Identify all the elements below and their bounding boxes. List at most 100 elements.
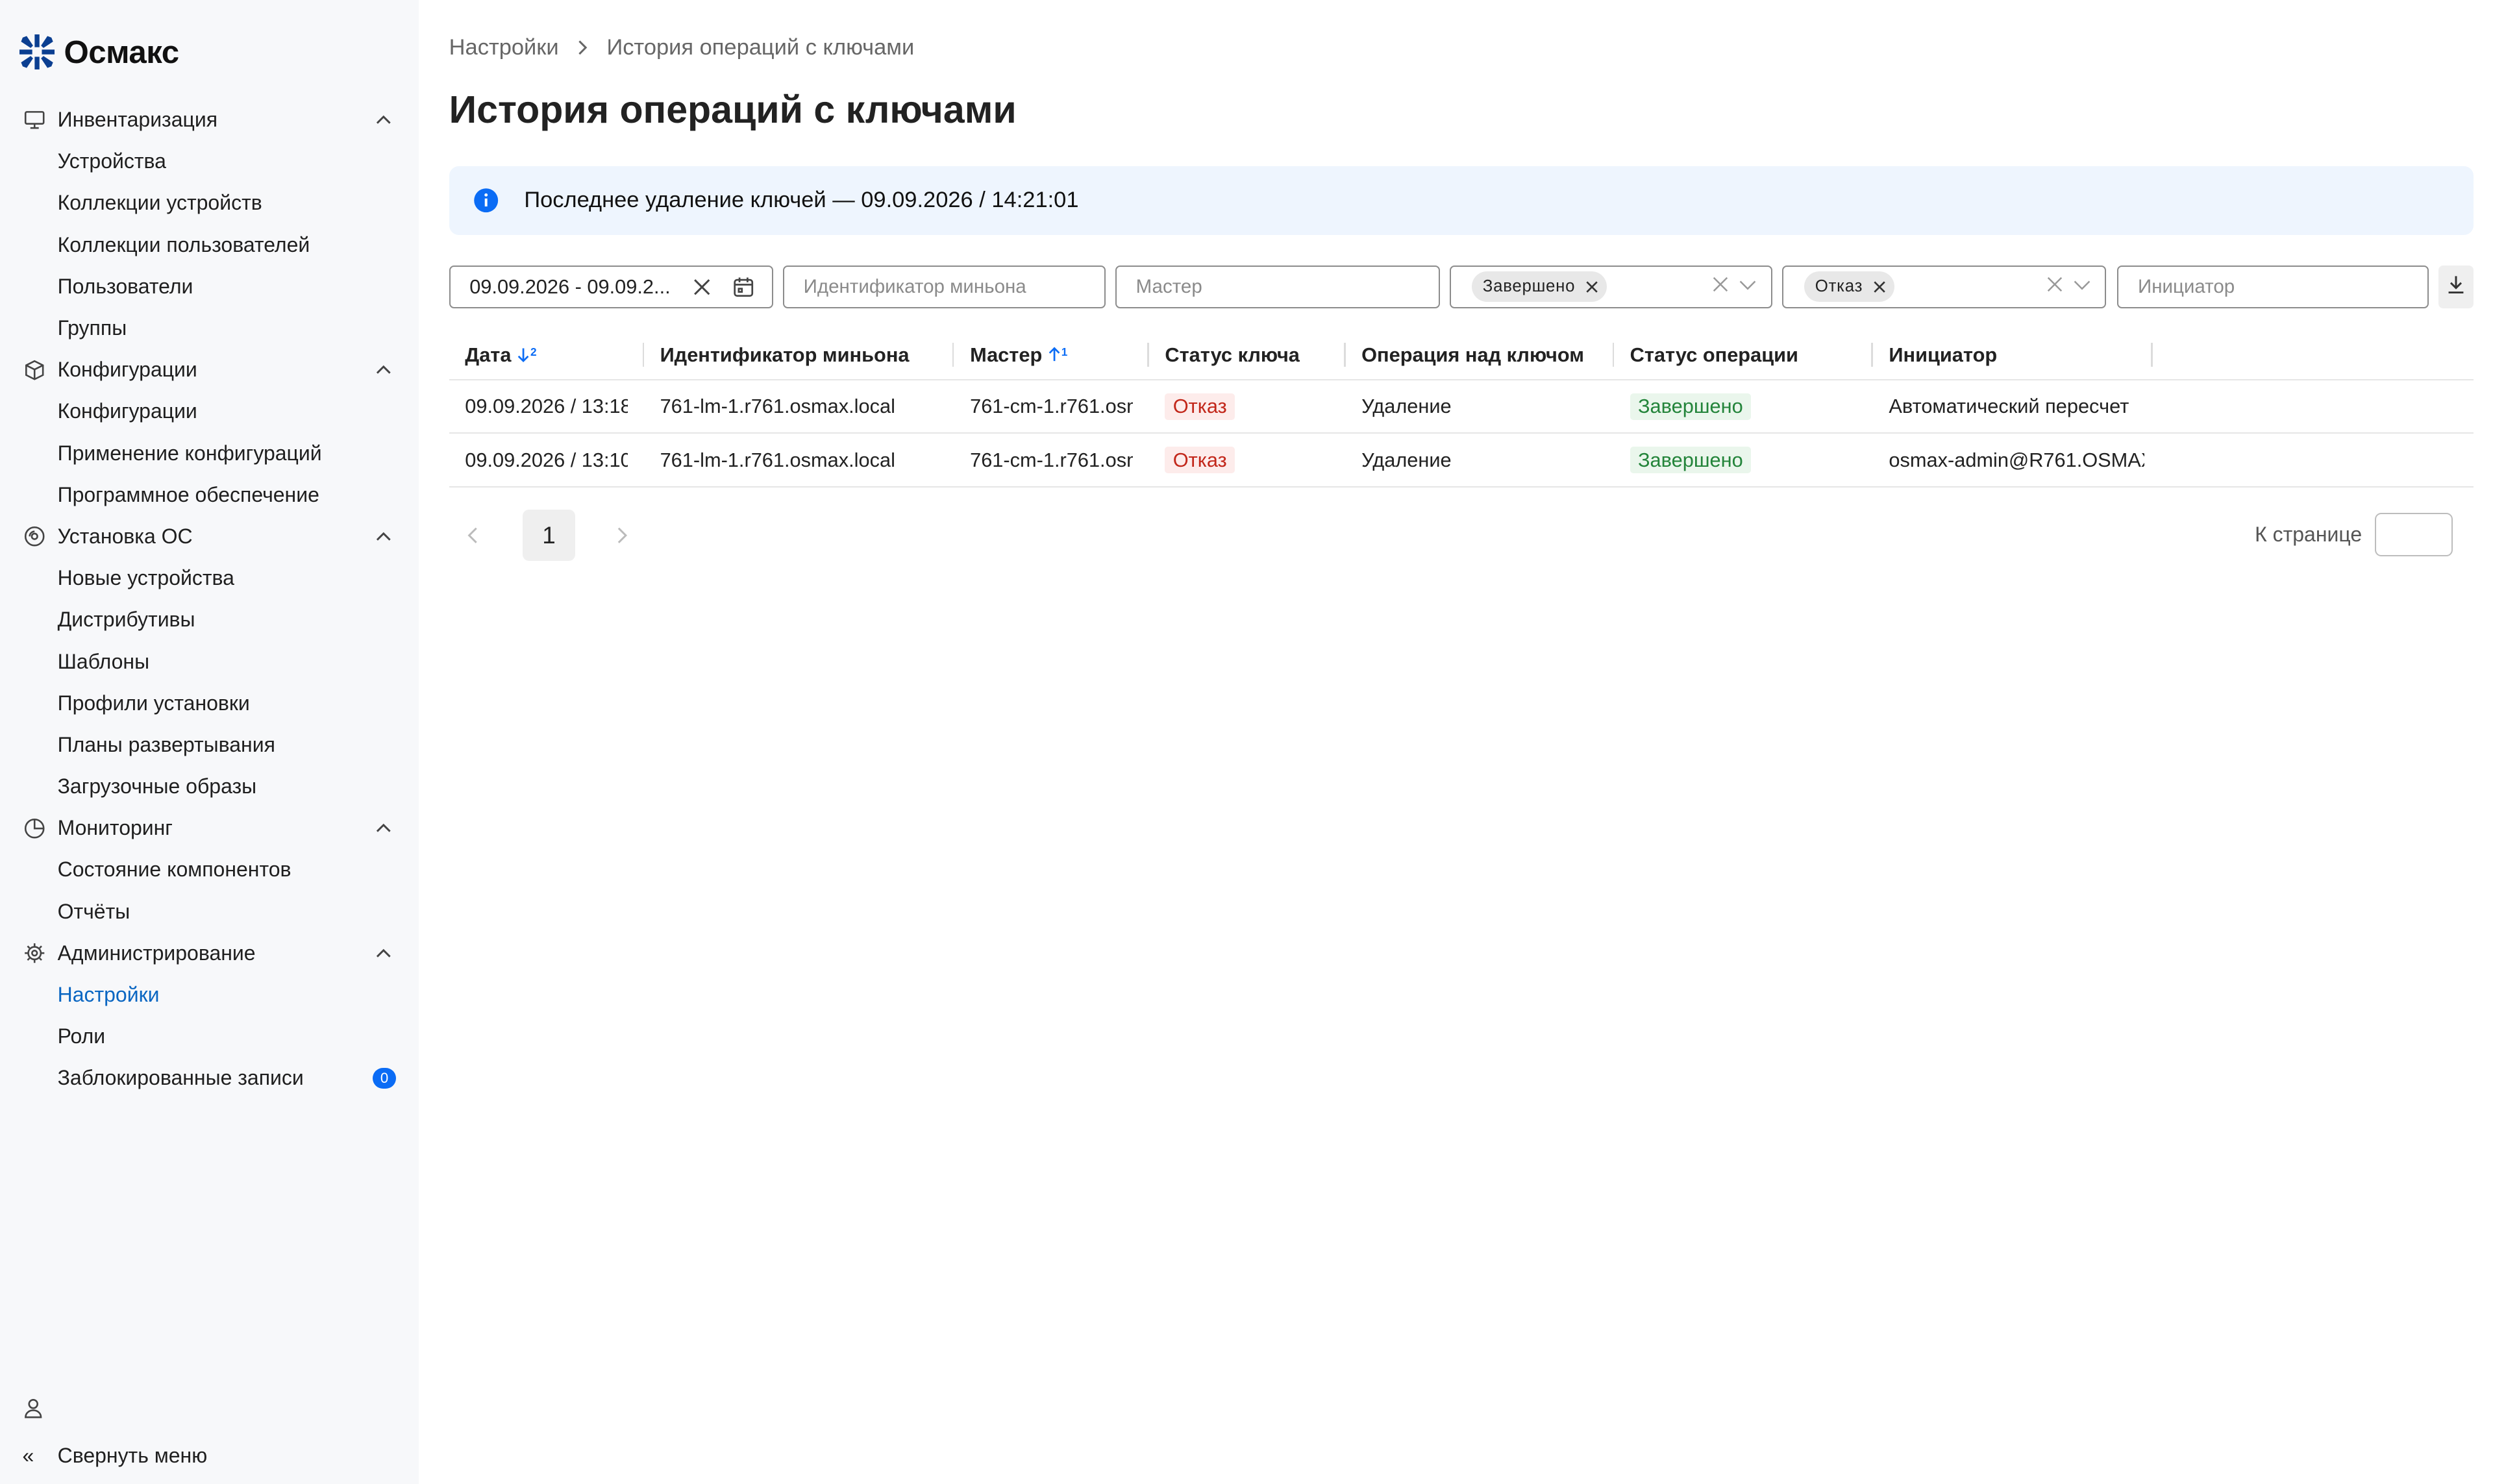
download-icon bbox=[2446, 272, 2466, 301]
tag-remove-icon[interactable] bbox=[1585, 280, 1599, 294]
sidebar-item-software[interactable]: Программное обеспечение bbox=[0, 474, 419, 515]
date-range-picker[interactable]: 09.09.2026 - 09.09.2... bbox=[449, 265, 774, 309]
sidebar: Осмакс Инвентаризация Устройства Коллекц… bbox=[0, 0, 419, 1484]
sidebar-item-new-devices[interactable]: Новые устройства bbox=[0, 557, 419, 599]
sidebar-item-user-collections[interactable]: Коллекции пользователей bbox=[0, 224, 419, 266]
sidebar-item-apply-configurations[interactable]: Применение конфигураций bbox=[0, 432, 419, 474]
nav-group-monitoring[interactable]: Мониторинг bbox=[0, 808, 419, 849]
pagination: 1 К странице bbox=[449, 508, 2474, 563]
cube-icon bbox=[22, 358, 46, 382]
filters-bar: 09.09.2026 - 09.09.2... Завершено bbox=[449, 265, 2474, 309]
cell-minion-id: 761-lm-1.r761.osmax.local bbox=[660, 448, 895, 471]
alert-text: Последнее удаление ключей — 09.09.2026 /… bbox=[524, 188, 1079, 213]
cell-master: 761-cm-1.r761.osma bbox=[970, 395, 1133, 418]
user-icon bbox=[22, 1396, 44, 1426]
operation-status-select[interactable]: Отказ bbox=[1781, 265, 2107, 309]
column-header-minion-id[interactable]: Идентификатор миньона bbox=[644, 330, 954, 380]
download-button[interactable] bbox=[2438, 265, 2474, 309]
minion-id-input[interactable] bbox=[784, 275, 1105, 298]
table-row[interactable]: 09.09.2026 / 13:18:3 761-lm-1.r761.osmax… bbox=[449, 380, 2474, 434]
tag-remove-icon[interactable] bbox=[1872, 280, 1887, 294]
clear-icon[interactable] bbox=[686, 271, 717, 303]
clear-icon[interactable] bbox=[2044, 274, 2065, 300]
date-range-value: 09.09.2026 - 09.09.2... bbox=[469, 275, 671, 298]
sort-asc-icon[interactable]: 1 bbox=[1047, 347, 1067, 363]
status-badge: Отказ bbox=[1165, 447, 1235, 473]
app-name: Осмакс bbox=[64, 34, 179, 70]
sidebar-item-settings[interactable]: Настройки bbox=[0, 974, 419, 1015]
cell-key-status: Отказ bbox=[1149, 434, 1346, 486]
page-number-button[interactable]: 1 bbox=[522, 510, 576, 561]
cell-date: 09.09.2026 / 13:18:3 bbox=[465, 395, 628, 418]
monitor-icon bbox=[22, 108, 46, 132]
collapse-menu-button[interactable]: « Свернуть меню bbox=[0, 1433, 419, 1478]
sidebar-item-devices[interactable]: Устройства bbox=[0, 141, 419, 182]
sidebar-item-templates[interactable]: Шаблоны bbox=[0, 641, 419, 682]
key-operations-table: Дата 2 Идентификатор миньона Мастер 1 Ст… bbox=[449, 331, 2474, 488]
master-input[interactable] bbox=[1117, 275, 1439, 298]
cell-operation-status: Завершено bbox=[1614, 434, 1873, 486]
breadcrumb-current: История операций с ключами bbox=[606, 35, 915, 60]
column-header-key-operation[interactable]: Операция над ключом bbox=[1346, 330, 1615, 380]
cell-minion-id: 761-lm-1.r761.osmax.local bbox=[660, 395, 895, 418]
cell-master: 761-cm-1.r761.osma bbox=[970, 448, 1133, 471]
sidebar-item-device-collections[interactable]: Коллекции устройств bbox=[0, 182, 419, 224]
cell-key-status: Отказ bbox=[1149, 380, 1346, 432]
go-to-page-input[interactable] bbox=[2374, 513, 2453, 556]
initiator-filter[interactable] bbox=[2117, 265, 2429, 309]
nav-group-inventory[interactable]: Инвентаризация bbox=[0, 99, 419, 141]
table-row[interactable]: 09.09.2026 / 13:10:2 761-lm-1.r761.osmax… bbox=[449, 434, 2474, 488]
prev-page-button[interactable] bbox=[458, 521, 487, 549]
nav-group-os-install[interactable]: Установка ОС bbox=[0, 515, 419, 557]
status-badge: Завершено bbox=[1630, 393, 1751, 420]
chevron-up-icon bbox=[374, 110, 393, 130]
sidebar-item-groups[interactable]: Группы bbox=[0, 308, 419, 349]
sort-desc-icon[interactable]: 2 bbox=[516, 347, 537, 363]
chevron-right-icon bbox=[575, 40, 591, 56]
logo-icon bbox=[19, 34, 55, 70]
sidebar-item-blocked-records[interactable]: Заблокированные записи 0 bbox=[0, 1057, 419, 1099]
info-alert: Последнее удаление ключей — 09.09.2026 /… bbox=[449, 166, 2474, 235]
chevron-down-icon[interactable] bbox=[2072, 274, 2092, 300]
initiator-input[interactable] bbox=[2118, 275, 2428, 298]
double-chevron-left-icon: « bbox=[22, 1443, 34, 1467]
column-header-operation-status[interactable]: Статус операции bbox=[1614, 330, 1873, 380]
next-page-button[interactable] bbox=[607, 521, 636, 549]
go-to-page-label: К странице bbox=[2255, 522, 2363, 546]
sidebar-item-users[interactable]: Пользователи bbox=[0, 266, 419, 307]
sidebar-item-roles[interactable]: Роли bbox=[0, 1016, 419, 1057]
cell-key-operation: Удаление bbox=[1361, 448, 1452, 471]
breadcrumb: Настройки История операций с ключами bbox=[449, 35, 915, 60]
sidebar-item-boot-images[interactable]: Загрузочные образы bbox=[0, 766, 419, 808]
sidebar-item-reports[interactable]: Отчёты bbox=[0, 891, 419, 932]
sidebar-item-distributions[interactable]: Дистрибутивы bbox=[0, 599, 419, 641]
key-status-tag: Завершено bbox=[1471, 271, 1607, 303]
cell-initiator: osmax-admin@R761.OSMAX. bbox=[1889, 448, 2145, 471]
sidebar-item-component-state[interactable]: Состояние компонентов bbox=[0, 849, 419, 891]
minion-id-filter[interactable] bbox=[783, 265, 1106, 309]
sidebar-item-install-profiles[interactable]: Профили установки bbox=[0, 682, 419, 724]
chevron-left-icon bbox=[467, 527, 477, 543]
master-filter[interactable] bbox=[1115, 265, 1440, 309]
column-header-date[interactable]: Дата 2 bbox=[449, 330, 644, 380]
clear-icon[interactable] bbox=[1710, 274, 1731, 300]
page-title: История операций с ключами bbox=[449, 88, 1017, 132]
chevron-down-icon[interactable] bbox=[1737, 274, 1758, 300]
status-badge: Отказ bbox=[1165, 393, 1235, 420]
pie-chart-icon bbox=[22, 816, 46, 840]
calendar-icon[interactable] bbox=[727, 271, 759, 303]
nav-group-administration[interactable]: Администрирование bbox=[0, 932, 419, 974]
breadcrumb-settings-link[interactable]: Настройки bbox=[449, 35, 559, 60]
column-header-key-status[interactable]: Статус ключа bbox=[1149, 330, 1346, 380]
sidebar-item-configurations[interactable]: Конфигурации bbox=[0, 391, 419, 432]
column-header-master[interactable]: Мастер 1 bbox=[954, 330, 1149, 380]
key-status-select[interactable]: Завершено bbox=[1449, 265, 1772, 309]
logo[interactable]: Осмакс bbox=[19, 34, 179, 71]
column-header-initiator[interactable]: Инициатор bbox=[1873, 330, 2153, 380]
info-icon bbox=[473, 188, 499, 213]
user-profile-button[interactable] bbox=[0, 1389, 419, 1433]
chevron-up-icon bbox=[374, 527, 393, 547]
chip-icon bbox=[22, 941, 46, 965]
nav-group-configurations[interactable]: Конфигурации bbox=[0, 349, 419, 391]
sidebar-item-deployment-plans[interactable]: Планы развертывания bbox=[0, 724, 419, 765]
